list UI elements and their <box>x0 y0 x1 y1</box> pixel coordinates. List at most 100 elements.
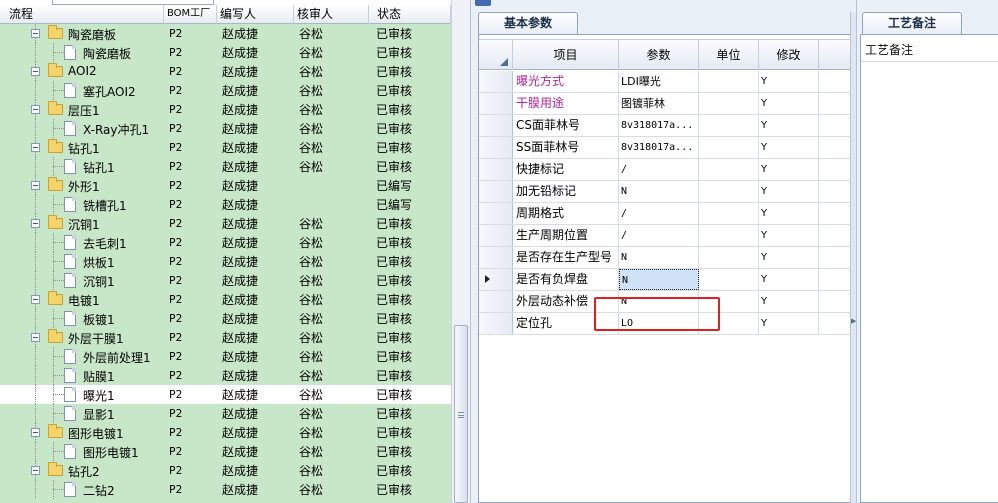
tree-scrollbar[interactable] <box>451 0 470 503</box>
tree-node[interactable]: 外形1 <box>0 176 164 195</box>
param-modify-cell[interactable]: Y <box>759 225 819 246</box>
param-value-cell[interactable]: N <box>619 247 699 268</box>
tree-row[interactable]: 陶瓷磨板 P2 赵成捷 谷松 已审核 <box>0 43 451 62</box>
row-indicator[interactable] <box>479 291 513 312</box>
tree-node[interactable]: 陶瓷磨板 <box>0 43 164 62</box>
param-item-cell[interactable]: 曝光方式 <box>513 71 619 92</box>
param-item-cell[interactable]: 快捷标记 <box>513 159 619 180</box>
param-row[interactable]: 快捷标记 / Y <box>479 159 851 181</box>
tree-node[interactable]: 钻孔1 <box>0 138 164 157</box>
tree-node[interactable]: 板镀1 <box>0 309 164 328</box>
param-value-cell[interactable]: 8v318017a... <box>619 115 699 136</box>
tree-row[interactable]: 贴膜1 P2 赵成捷 谷松 已审核 <box>0 366 451 385</box>
param-modify-cell[interactable]: Y <box>759 181 819 202</box>
tree-node[interactable]: 外层干膜1 <box>0 328 164 347</box>
tree-row[interactable]: 钻孔2 P2 赵成捷 谷松 已审核 <box>0 461 451 480</box>
collapse-icon[interactable] <box>31 295 40 304</box>
row-indicator[interactable] <box>479 225 513 246</box>
param-modify-cell[interactable]: Y <box>759 291 819 312</box>
tab-main[interactable] <box>475 0 491 6</box>
col-header-bom[interactable]: BOM工厂 <box>164 5 217 24</box>
tree-node[interactable]: 陶瓷磨板 <box>0 24 164 43</box>
param-modify-cell[interactable]: Y <box>759 159 819 180</box>
param-item-cell[interactable]: 是否有负焊盘 <box>513 269 619 290</box>
collapse-icon[interactable] <box>31 466 40 475</box>
row-indicator[interactable] <box>479 93 513 114</box>
tree-row[interactable]: 钻孔1 P2 赵成捷 谷松 已审核 <box>0 157 451 176</box>
tree-node[interactable]: 钻孔1 <box>0 157 164 176</box>
param-unit-cell[interactable] <box>699 225 759 246</box>
param-value-cell[interactable]: / <box>619 159 699 180</box>
param-unit-cell[interactable] <box>699 247 759 268</box>
tree-node[interactable]: 层压1 <box>0 100 164 119</box>
param-item-cell[interactable]: SS面菲林号 <box>513 137 619 158</box>
tree-node[interactable]: 烘板1 <box>0 252 164 271</box>
param-row[interactable]: 干膜用途 图镀菲林 Y <box>479 93 851 115</box>
tree-node[interactable]: 去毛刺1 <box>0 233 164 252</box>
tree-row[interactable]: 图形电镀1 P2 赵成捷 谷松 已审核 <box>0 423 451 442</box>
collapse-icon[interactable] <box>31 29 40 38</box>
param-item-cell[interactable]: 周期格式 <box>513 203 619 224</box>
row-indicator[interactable] <box>479 203 513 224</box>
param-modify-cell[interactable]: Y <box>759 137 819 158</box>
row-indicator[interactable] <box>479 115 513 136</box>
col-header-param[interactable]: 参数 <box>619 40 699 70</box>
col-header-author[interactable]: 编写人 <box>217 5 294 24</box>
col-header-status[interactable]: 状态 <box>369 5 451 24</box>
collapse-icon[interactable] <box>31 105 40 114</box>
tree-node[interactable]: 二钻2 <box>0 480 164 499</box>
param-modify-cell[interactable]: Y <box>759 93 819 114</box>
tree-node[interactable]: X-Ray冲孔1 <box>0 119 164 138</box>
param-row[interactable]: 是否有负焊盘 N Y <box>479 269 851 291</box>
param-item-cell[interactable]: CS面菲林号 <box>513 115 619 136</box>
tree-row[interactable]: 陶瓷磨板 P2 赵成捷 谷松 已审核 <box>0 24 451 43</box>
tab-basic-params[interactable]: 基本参数 <box>478 12 578 34</box>
param-item-cell[interactable]: 干膜用途 <box>513 93 619 114</box>
tree-row[interactable]: 外层前处理1 P2 赵成捷 谷松 已审核 <box>0 347 451 366</box>
tree-row[interactable]: 塞孔AOI2 P2 赵成捷 谷松 已审核 <box>0 81 451 100</box>
tree-node[interactable]: 沉铜1 <box>0 214 164 233</box>
param-value-cell[interactable]: LDI曝光 <box>619 71 699 92</box>
collapse-icon[interactable] <box>31 333 40 342</box>
param-row[interactable]: 周期格式 / Y <box>479 203 851 225</box>
tree-row[interactable]: 曝光1 P2 赵成捷 谷松 已审核 <box>0 385 451 404</box>
col-header-item[interactable]: 项目 <box>513 40 619 70</box>
tree-row[interactable]: 去毛刺1 P2 赵成捷 谷松 已审核 <box>0 233 451 252</box>
collapse-icon[interactable] <box>31 143 40 152</box>
tree-scrollbar-thumb[interactable] <box>454 325 468 503</box>
tab-process-notes[interactable]: 工艺备注 <box>862 12 962 34</box>
tree-node[interactable]: 曝光1 <box>0 385 164 404</box>
param-modify-cell[interactable]: Y <box>759 247 819 268</box>
param-item-cell[interactable]: 是否存在生产型号 <box>513 247 619 268</box>
col-header-flow[interactable]: 流程 <box>0 5 164 24</box>
tree-node[interactable]: 显影1 <box>0 404 164 423</box>
param-unit-cell[interactable] <box>699 115 759 136</box>
col-header-modify[interactable]: 修改 <box>759 40 819 70</box>
collapse-icon[interactable] <box>31 67 40 76</box>
tree-node[interactable]: 图形电镀1 <box>0 442 164 461</box>
param-value-editor[interactable]: N <box>619 269 699 290</box>
row-indicator[interactable] <box>479 181 513 202</box>
tree-node[interactable]: 铣槽孔1 <box>0 195 164 214</box>
row-indicator[interactable] <box>479 71 513 92</box>
param-unit-cell[interactable] <box>699 93 759 114</box>
param-item-cell[interactable]: 加无铅标记 <box>513 181 619 202</box>
tree-row[interactable]: 钻孔1 P2 赵成捷 谷松 已审核 <box>0 138 451 157</box>
param-row[interactable]: 是否存在生产型号 N Y <box>479 247 851 269</box>
tree-row[interactable]: AOI2 P2 赵成捷 谷松 已审核 <box>0 62 451 81</box>
collapse-icon[interactable] <box>31 428 40 437</box>
tree-row[interactable]: 外形1 P2 赵成捷 已编写 <box>0 176 451 195</box>
tree-row[interactable]: 图形电镀1 P2 赵成捷 谷松 已审核 <box>0 442 451 461</box>
tree-row[interactable]: 电镀1 P2 赵成捷 谷松 已审核 <box>0 290 451 309</box>
tree-node[interactable]: 塞孔AOI2 <box>0 81 164 100</box>
tree-row[interactable]: 沉铜1 P2 赵成捷 谷松 已审核 <box>0 214 451 233</box>
tree-node[interactable]: 外层前处理1 <box>0 347 164 366</box>
tree-row[interactable]: 层压1 P2 赵成捷 谷松 已审核 <box>0 100 451 119</box>
param-row[interactable]: SS面菲林号 8v318017a... Y <box>479 137 851 159</box>
tree-row[interactable]: 烘板1 P2 赵成捷 谷松 已审核 <box>0 252 451 271</box>
tree-node[interactable]: 钻孔2 <box>0 461 164 480</box>
notes-column-header[interactable]: 工艺备注 <box>865 41 913 58</box>
tree-row[interactable]: 显影1 P2 赵成捷 谷松 已审核 <box>0 404 451 423</box>
param-value-cell[interactable]: 8v318017a... <box>619 137 699 158</box>
tree-node[interactable]: 电镀1 <box>0 290 164 309</box>
